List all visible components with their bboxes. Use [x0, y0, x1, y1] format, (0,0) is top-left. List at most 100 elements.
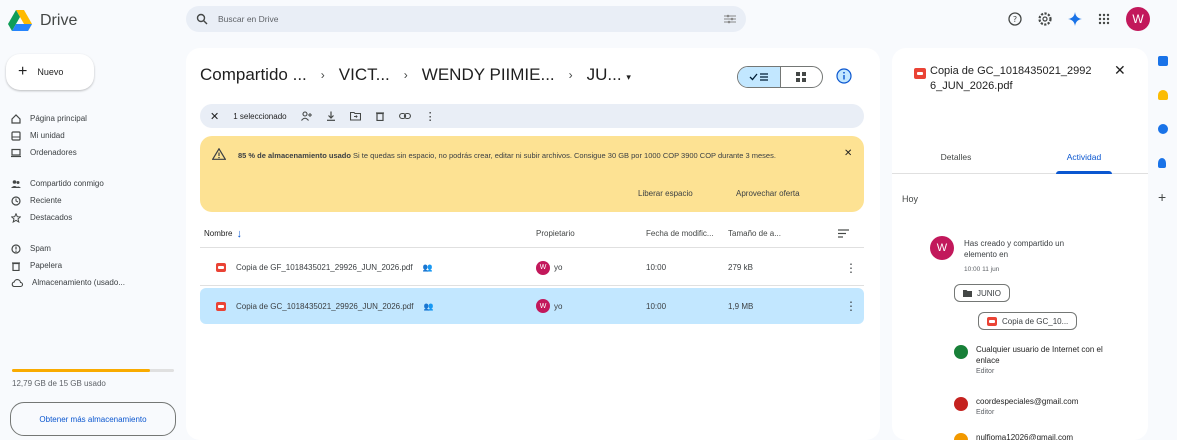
close-details-icon[interactable]: ✕: [1114, 62, 1126, 79]
help-icon[interactable]: ?: [1008, 12, 1022, 26]
move-to-folder-icon[interactable]: [349, 111, 361, 121]
offer-link[interactable]: Aprovechar oferta: [736, 189, 800, 198]
folder-chip[interactable]: JUNIO: [954, 284, 1010, 302]
selection-toolbar: ✕ 1 seleccionado ⋮: [200, 104, 864, 128]
get-more-storage-button[interactable]: Obtener más almacenamiento: [10, 402, 176, 436]
storage-progress-bar: [12, 369, 174, 372]
sidebar-item-home[interactable]: Página principal: [6, 110, 178, 127]
delete-icon[interactable]: [375, 111, 385, 121]
share-person-icon[interactable]: [300, 111, 312, 121]
computer-icon: [11, 148, 21, 157]
settings-icon[interactable]: [1038, 12, 1052, 26]
table-row-selected[interactable]: Copia de GC_1018435021_29926_JUN_2026.pd…: [200, 288, 864, 324]
warning-icon: [212, 148, 226, 160]
sidebar-item-shared[interactable]: Compartido conmigo: [6, 175, 178, 192]
sidebar-item-spam[interactable]: Spam: [6, 240, 178, 257]
drive-logo[interactable]: Drive: [8, 8, 77, 34]
more-actions-icon[interactable]: ⋮: [425, 110, 436, 123]
account-avatar[interactable]: W: [1126, 7, 1150, 31]
drive-logo-icon: [8, 10, 32, 31]
details-tabs: Detalles Actividad: [892, 140, 1148, 174]
breadcrumb-current[interactable]: JU... ▾: [587, 65, 631, 85]
add-app-icon[interactable]: +: [1158, 190, 1172, 204]
share-name: coordespeciales@gmail.com: [976, 397, 1079, 406]
share-role: Editor: [976, 409, 995, 416]
sidebar-item-label: Página principal: [30, 114, 87, 123]
share-entry: nulfioma12026@gmail.com: [954, 432, 1126, 440]
sidebar-item-label: Mi unidad: [30, 131, 65, 140]
modified-date: 10:00: [646, 301, 667, 311]
tasks-icon[interactable]: [1158, 124, 1168, 134]
tab-activity[interactable]: Actividad: [1020, 140, 1148, 174]
list-view-button[interactable]: [738, 67, 780, 87]
main-panel: Compartido ... › VICT... › WENDY PIIMIE.…: [186, 48, 880, 440]
modified-date: 10:00: [646, 263, 667, 272]
owner-avatar: W: [536, 260, 550, 275]
details-panel: Copia de GC_1018435021_29926_JUN_2026.pd…: [892, 48, 1148, 440]
file-name: Copia de GF_1018435021_29926_JUN_2026.pd…: [236, 263, 413, 272]
breadcrumb-item[interactable]: VICT...: [339, 65, 390, 85]
grid-icon: [796, 72, 807, 82]
column-header-owner[interactable]: Propietario: [536, 229, 646, 238]
sidebar-item-label: Destacados: [30, 213, 73, 222]
new-button[interactable]: + Nuevo: [6, 54, 94, 90]
spam-icon: [11, 243, 21, 254]
star-icon: [11, 212, 21, 223]
clear-selection-icon[interactable]: ✕: [210, 110, 219, 123]
column-header-size[interactable]: Tamaño de a...: [728, 229, 838, 238]
apps-grid-icon[interactable]: [1098, 13, 1110, 25]
drive-icon: [11, 130, 21, 141]
sidebar-item-trash[interactable]: Papelera: [6, 257, 178, 274]
people-icon: [11, 179, 21, 188]
sidebar-nav: Página principal Mi unidad Ordenadores C…: [6, 110, 178, 291]
file-chip[interactable]: Copia de GC_10...: [978, 312, 1078, 330]
share-entry: Cualquier usuario de Internet con el enl…: [954, 344, 1126, 377]
sidebar-item-starred[interactable]: Destacados: [6, 209, 178, 226]
check-list-icon: [749, 73, 768, 81]
sort-down-arrow-icon[interactable]: ↓: [236, 228, 242, 240]
sidebar-item-storage[interactable]: Almacenamiento (usado...: [6, 274, 178, 291]
sidebar-item-my-drive[interactable]: Mi unidad: [6, 127, 178, 144]
calendar-icon[interactable]: [1158, 56, 1168, 66]
share-name: Cualquier usuario de Internet con el enl…: [976, 345, 1103, 365]
sidebar-item-recent[interactable]: Reciente: [6, 192, 178, 209]
sidebar-item-label: Papelera: [30, 261, 63, 270]
activity-avatar: W: [930, 236, 954, 260]
breadcrumb-item[interactable]: WENDY PIIMIE...: [422, 65, 555, 85]
link-icon[interactable]: [398, 112, 411, 120]
sidebar-item-label: Ordenadores: [30, 148, 77, 157]
shared-icon: 👥: [422, 263, 433, 272]
table-header: Nombre ↓ Propietario Fecha de modific... …: [200, 220, 864, 248]
close-warning-icon[interactable]: ✕: [844, 148, 852, 159]
file-size: 1,9 MB: [728, 301, 754, 311]
warning-message: 85 % de almacenamiento usado Si te queda…: [238, 151, 776, 160]
search-input[interactable]: Buscar en Drive: [218, 14, 714, 24]
row-more-icon[interactable]: ⋮: [838, 261, 864, 275]
new-button-label: Nuevo: [37, 67, 64, 77]
contacts-icon[interactable]: [1158, 158, 1166, 168]
search-icon[interactable]: [196, 13, 208, 25]
info-button[interactable]: [836, 68, 852, 87]
download-icon[interactable]: [326, 111, 336, 121]
svg-text:?: ?: [1013, 15, 1017, 24]
grid-view-button[interactable]: [779, 67, 822, 87]
free-space-link[interactable]: Liberar espacio: [638, 189, 693, 198]
column-header-date[interactable]: Fecha de modific...: [646, 229, 728, 238]
search-bar[interactable]: Buscar en Drive: [186, 6, 746, 32]
breadcrumb-item[interactable]: Compartido ...: [200, 65, 307, 85]
table-row[interactable]: Copia de GF_1018435021_29926_JUN_2026.pd…: [200, 250, 864, 286]
keep-icon[interactable]: [1158, 90, 1168, 100]
chevron-right-icon: ›: [320, 68, 325, 82]
search-options-icon[interactable]: [724, 14, 736, 24]
chevron-right-icon: ›: [403, 68, 408, 82]
gemini-icon[interactable]: [1068, 12, 1082, 26]
tab-details[interactable]: Detalles: [892, 140, 1020, 173]
sort-options-icon[interactable]: [838, 229, 849, 238]
row-more-icon[interactable]: ⋮: [838, 299, 864, 313]
chevron-right-icon: ›: [568, 68, 573, 82]
sidebar-item-computers[interactable]: Ordenadores: [6, 144, 178, 161]
plus-icon: +: [18, 63, 28, 80]
column-header-name[interactable]: Nombre ↓: [200, 228, 536, 240]
view-toggle: [737, 66, 823, 88]
owner-avatar: W: [536, 299, 550, 313]
